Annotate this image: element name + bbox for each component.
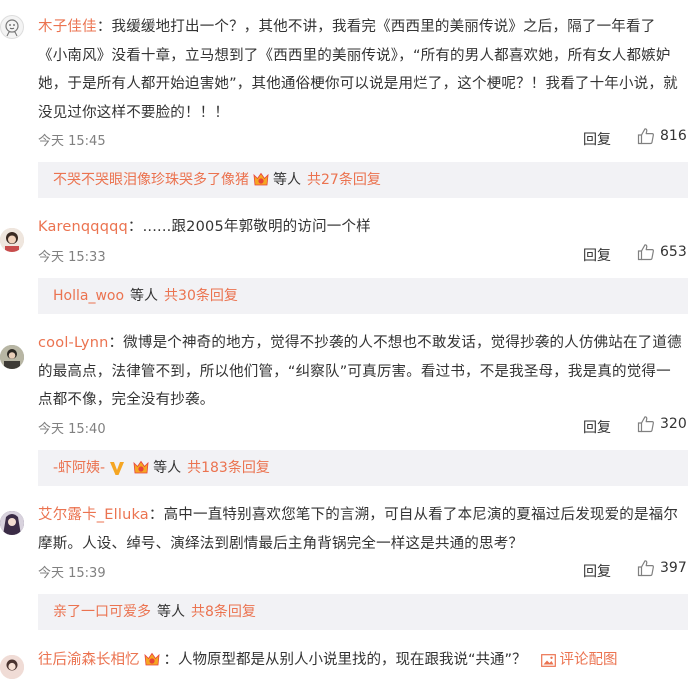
- comment-line: 的最高点，法律管不到，所以他们管，“纠察队”可真厉害。看过书，不是我圣母，我是真…: [38, 363, 671, 380]
- picture-link-label: 评论配图: [559, 652, 618, 668]
- comment-line: 摩斯。人设、绰号、演绎法到剧情最后主角背锅完全一样这是共通的思考？: [38, 535, 524, 552]
- reply-button[interactable]: 回复: [583, 561, 611, 581]
- comment-username[interactable]: 往后渝森长相忆: [38, 648, 140, 672]
- membership-badge-icon: [253, 172, 269, 186]
- reply-mid-text: 等人: [130, 288, 159, 304]
- comment-time: 今天 15:45: [38, 134, 106, 149]
- avatar[interactable]: [0, 228, 24, 252]
- reply-mid-text: 等人: [273, 172, 301, 188]
- comment-username[interactable]: Karenqqqqq: [38, 219, 128, 235]
- reply-count-link[interactable]: 共30条回复: [164, 278, 238, 314]
- comment-text: cool-Lynn：微博是个神奇的地方，觉得不抄袭的人不想也不敢发话，觉得抄袭的…: [38, 329, 688, 415]
- reply-summary[interactable]: Holla_woo 等人 共30条回复: [38, 278, 688, 314]
- comment-line: ：高中一直特别喜欢您笔下的言溯，可自从看了本尼演的夏福过后发现爱的是福尔: [148, 507, 679, 523]
- avatar[interactable]: [0, 511, 24, 535]
- avatar[interactable]: [0, 655, 24, 679]
- comment-line: ：人物原型都是从别人小说里找的，现在跟我说“共通”？: [163, 652, 527, 668]
- like-button[interactable]: 653: [637, 243, 687, 261]
- comment-text: 木子佳佳：我缓缓地打出一个？，其他不讲，我看完《西西里的美丽传说》之后，隔了一年…: [38, 13, 688, 127]
- avatar[interactable]: [0, 15, 24, 39]
- comment-username[interactable]: cool-Lynn: [38, 335, 108, 351]
- comment-text: 艾尔露卡_Elluka：高中一直特别喜欢您笔下的言溯，可自从看了本尼演的夏福过后…: [38, 501, 688, 558]
- reply-username[interactable]: 不哭不哭眼泪像珍珠哭多了像猪: [53, 162, 249, 198]
- membership-badge-icon: [143, 652, 160, 666]
- reply-summary[interactable]: -虾阿姨- 等人 共183条回复: [38, 450, 688, 486]
- comment-text: 往后渝森长相忆 ：人物原型都是从别人小说里找的，现在跟我说“共通”？ 评论配图: [38, 648, 688, 672]
- reply-count-link[interactable]: 共8条回复: [191, 594, 256, 630]
- like-button[interactable]: 320: [637, 415, 687, 433]
- comment-picture-link[interactable]: 评论配图: [540, 648, 618, 672]
- picture-icon: [540, 653, 556, 667]
- comment-time: 今天 15:33: [38, 250, 106, 265]
- thumbs-up-icon: [637, 560, 654, 577]
- reply-username[interactable]: Holla_woo: [53, 278, 124, 314]
- reply-summary[interactable]: 亲了一口可爱多 等人 共8条回复: [38, 594, 688, 630]
- comment-line: 她，于是所有人都开始迫害她”，其他通俗梗你可以说是用烂了，这个梗呢？！我看了十年…: [38, 76, 678, 92]
- comment-text: Karenqqqqq：......跟2005年郭敬明的访问一个样: [38, 213, 688, 242]
- comment-time: 今天 15:39: [38, 566, 106, 581]
- thumbs-up-icon: [637, 416, 654, 433]
- like-button[interactable]: 816: [637, 127, 687, 145]
- reply-mid-text: 等人: [157, 604, 185, 620]
- reply-username[interactable]: 亲了一口可爱多: [53, 594, 151, 630]
- comment-username[interactable]: 艾尔露卡_Elluka: [38, 507, 149, 523]
- like-count: 653: [660, 244, 687, 260]
- reply-count-link[interactable]: 共27条回复: [307, 162, 381, 198]
- reply-button[interactable]: 回复: [583, 245, 611, 265]
- comment-line: 点都不像，完全没有抄袭。: [38, 392, 215, 408]
- reply-username[interactable]: -虾阿姨-: [53, 450, 105, 486]
- comment-username[interactable]: 木子佳佳: [38, 19, 97, 35]
- like-count: 397: [660, 560, 687, 576]
- membership-badge-icon: [133, 460, 149, 474]
- reply-button[interactable]: 回复: [583, 417, 611, 437]
- vip-v-icon: [110, 462, 125, 475]
- thumbs-up-icon: [637, 244, 654, 261]
- comment-line: ：我缓缓地打出一个？，其他不讲，我看完《西西里的美丽传说》之后，隔了一年看了: [96, 19, 656, 35]
- like-button[interactable]: 397: [637, 559, 687, 577]
- comment-line: 没见过你这样不要脸的！！！: [38, 104, 230, 121]
- reply-mid-text: 等人: [153, 460, 182, 476]
- avatar[interactable]: [0, 345, 24, 369]
- like-count: 320: [660, 416, 687, 432]
- comment-time: 今天 15:40: [38, 422, 106, 437]
- reply-summary[interactable]: 不哭不哭眼泪像珍珠哭多了像猪 等人 共27条回复: [38, 162, 688, 198]
- comment-line: 《小南风》没看十章，立马想到了《西西里的美丽传说》，“所有的男人都喜欢她，所有女…: [38, 47, 671, 64]
- comment-line: ：微博是个神奇的地方，觉得不抄袭的人不想也不敢发话，觉得抄袭的人仿佛站在了道德: [108, 335, 682, 351]
- reply-count-link[interactable]: 共183条回复: [187, 450, 270, 486]
- thumbs-up-icon: [637, 128, 654, 145]
- like-count: 816: [660, 128, 687, 144]
- comment-line: ：......跟2005年郭敬明的访问一个样: [127, 219, 371, 235]
- reply-button[interactable]: 回复: [583, 129, 611, 149]
